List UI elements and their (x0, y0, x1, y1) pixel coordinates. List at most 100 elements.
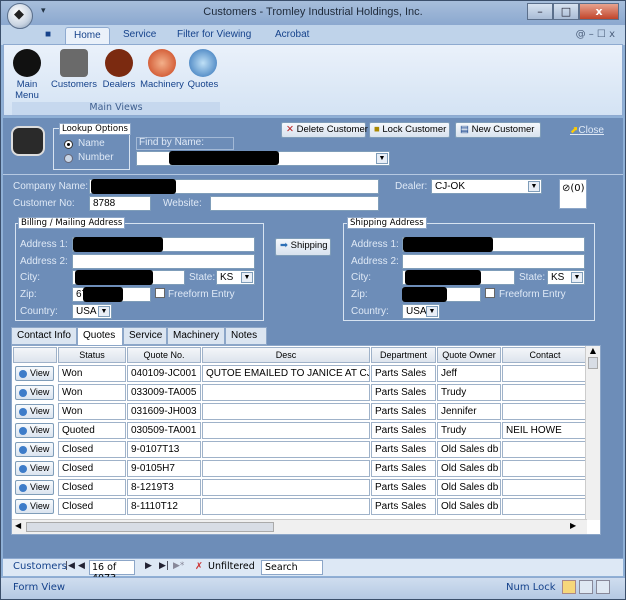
table-cell-quote-no[interactable]: 8-1219T3 (127, 479, 201, 496)
search-box[interactable]: Search (261, 560, 323, 575)
table-cell-department[interactable]: Parts Sales (371, 422, 436, 439)
table-cell-desc[interactable] (202, 441, 370, 458)
table-cell-owner[interactable]: Old Sales db (437, 460, 501, 477)
table-cell-owner[interactable]: Jennifer (437, 403, 501, 420)
billing-state-combo[interactable]: KS ▼ (216, 270, 255, 285)
machinery-button[interactable]: Machinery (138, 49, 186, 90)
close-link[interactable]: ⬈Close (570, 125, 604, 136)
table-cell-contact[interactable] (502, 479, 588, 496)
prev-record-icon[interactable]: ◀ (78, 561, 85, 571)
first-record-icon[interactable]: |◀ (65, 561, 75, 571)
shipping-freeform-checkbox[interactable] (485, 288, 495, 298)
new-record-icon[interactable]: ▶* (173, 561, 184, 571)
dealer-combo[interactable]: CJ-OK ▼ (431, 179, 542, 194)
table-cell-contact[interactable] (502, 441, 588, 458)
view-row-button[interactable]: View (15, 461, 54, 476)
table-cell-desc[interactable] (202, 422, 370, 439)
minimize-button[interactable]: – (527, 3, 553, 20)
view-row-button[interactable]: View (15, 423, 54, 438)
attachments-box[interactable]: ⊘(0) (559, 179, 587, 209)
chevron-down-icon[interactable]: ▼ (241, 272, 253, 283)
close-window-button[interactable]: x (579, 3, 619, 20)
scroll-right-icon[interactable]: ▶ (570, 521, 576, 530)
table-cell-owner[interactable]: Jeff (437, 365, 501, 382)
scroll-up-icon[interactable]: ▲ (586, 346, 600, 355)
shipping-country-combo[interactable]: USA ▼ (402, 304, 440, 319)
view-row-button[interactable]: View (15, 404, 54, 419)
name-radio[interactable] (64, 140, 73, 149)
chevron-down-icon[interactable]: ▼ (571, 272, 583, 283)
table-cell-department[interactable]: Parts Sales (371, 479, 436, 496)
table-cell-quote-no[interactable]: 8-1110T12 (127, 498, 201, 515)
ribbon-right-controls[interactable]: @ – ☐ x (576, 29, 615, 40)
table-cell-owner[interactable]: Trudy (437, 422, 501, 439)
shipping-address2-field[interactable] (402, 254, 585, 269)
quick-access-dropdown-icon[interactable]: ▾ (41, 6, 46, 16)
tab-acrobat[interactable]: Acrobat (267, 27, 317, 45)
tab-quotes[interactable]: Quotes (77, 327, 123, 346)
tab-machinery[interactable]: Machinery (167, 327, 225, 345)
table-cell-owner[interactable]: Old Sales db (437, 498, 501, 515)
table-cell-status[interactable]: Won (58, 365, 126, 382)
filter-status[interactable]: Unfiltered (208, 561, 255, 572)
view-row-button[interactable]: View (15, 442, 54, 457)
main-menu-button[interactable]: Main Menu (12, 49, 42, 101)
record-position[interactable]: 16 of 4073 (89, 560, 135, 584)
shipping-state-combo[interactable]: KS ▼ (547, 270, 585, 285)
lock-customer-button[interactable]: ■ Lock Customer (369, 122, 450, 138)
table-cell-quote-no[interactable]: 9-0105H7 (127, 460, 201, 477)
horizontal-scrollbar[interactable]: ◀ ▶ (12, 519, 587, 534)
table-cell-desc[interactable]: QUTOE EMAILED TO JANICE AT CJ. (202, 365, 370, 382)
chevron-down-icon[interactable]: ▼ (528, 181, 540, 192)
column-header[interactable]: Desc (202, 347, 370, 363)
table-cell-contact[interactable] (502, 384, 588, 401)
table-cell-status[interactable]: Won (58, 384, 126, 401)
table-cell-quote-no[interactable]: 033009-TA005 (127, 384, 201, 401)
billing-freeform-checkbox[interactable] (155, 288, 165, 298)
chevron-down-icon[interactable]: ▼ (376, 153, 388, 164)
table-cell-contact[interactable] (502, 460, 588, 477)
app-logo-tab-icon[interactable]: ■ (37, 27, 59, 45)
delete-customer-button[interactable]: ✕ Delete Customer (281, 122, 368, 138)
table-cell-desc[interactable] (202, 479, 370, 496)
table-cell-contact[interactable] (502, 403, 588, 420)
table-cell-contact[interactable]: NEIL HOWE (502, 422, 588, 439)
table-cell-quote-no[interactable]: 030509-TA001 (127, 422, 201, 439)
table-cell-status[interactable]: Won (58, 403, 126, 420)
copy-to-shipping-button[interactable]: ➡ Shipping (275, 238, 331, 256)
table-cell-quote-no[interactable]: 031609-JH003 (127, 403, 201, 420)
table-cell-department[interactable]: Parts Sales (371, 441, 436, 458)
scroll-left-icon[interactable]: ◀ (15, 521, 21, 530)
view-row-button[interactable]: View (15, 366, 54, 381)
tab-notes[interactable]: Notes (225, 327, 267, 345)
quotes-button[interactable]: Quotes (186, 49, 220, 90)
table-cell-department[interactable]: Parts Sales (371, 498, 436, 515)
column-header[interactable]: Quote Owner (437, 347, 501, 363)
design-view-icon[interactable] (596, 580, 610, 594)
website-field[interactable] (210, 196, 379, 211)
table-cell-desc[interactable] (202, 460, 370, 477)
table-cell-desc[interactable] (202, 403, 370, 420)
table-cell-status[interactable]: Quoted (58, 422, 126, 439)
form-view-icon[interactable] (562, 580, 576, 594)
billing-country-combo[interactable]: USA ▼ (72, 304, 112, 319)
tab-service[interactable]: Service (115, 27, 164, 45)
table-cell-department[interactable]: Parts Sales (371, 403, 436, 420)
customers-button[interactable]: Customers (50, 49, 98, 90)
table-cell-department[interactable]: Parts Sales (371, 384, 436, 401)
tab-filter-for-viewing[interactable]: Filter for Viewing (169, 27, 259, 45)
table-cell-department[interactable]: Parts Sales (371, 365, 436, 382)
next-record-icon[interactable]: ▶ (145, 561, 152, 571)
maximize-button[interactable]: □ (553, 3, 579, 20)
table-cell-status[interactable]: Closed (58, 479, 126, 496)
column-header[interactable]: Department (371, 347, 436, 363)
table-cell-owner[interactable]: Trudy (437, 384, 501, 401)
column-header[interactable]: Contact (502, 347, 588, 363)
tab-contact-info[interactable]: Contact Info (11, 327, 77, 345)
table-cell-owner[interactable]: Old Sales db (437, 441, 501, 458)
view-row-button[interactable]: View (15, 480, 54, 495)
view-row-button[interactable]: View (15, 385, 54, 400)
scroll-thumb[interactable] (588, 357, 598, 369)
table-cell-contact[interactable] (502, 498, 588, 515)
chevron-down-icon[interactable]: ▼ (98, 306, 110, 317)
